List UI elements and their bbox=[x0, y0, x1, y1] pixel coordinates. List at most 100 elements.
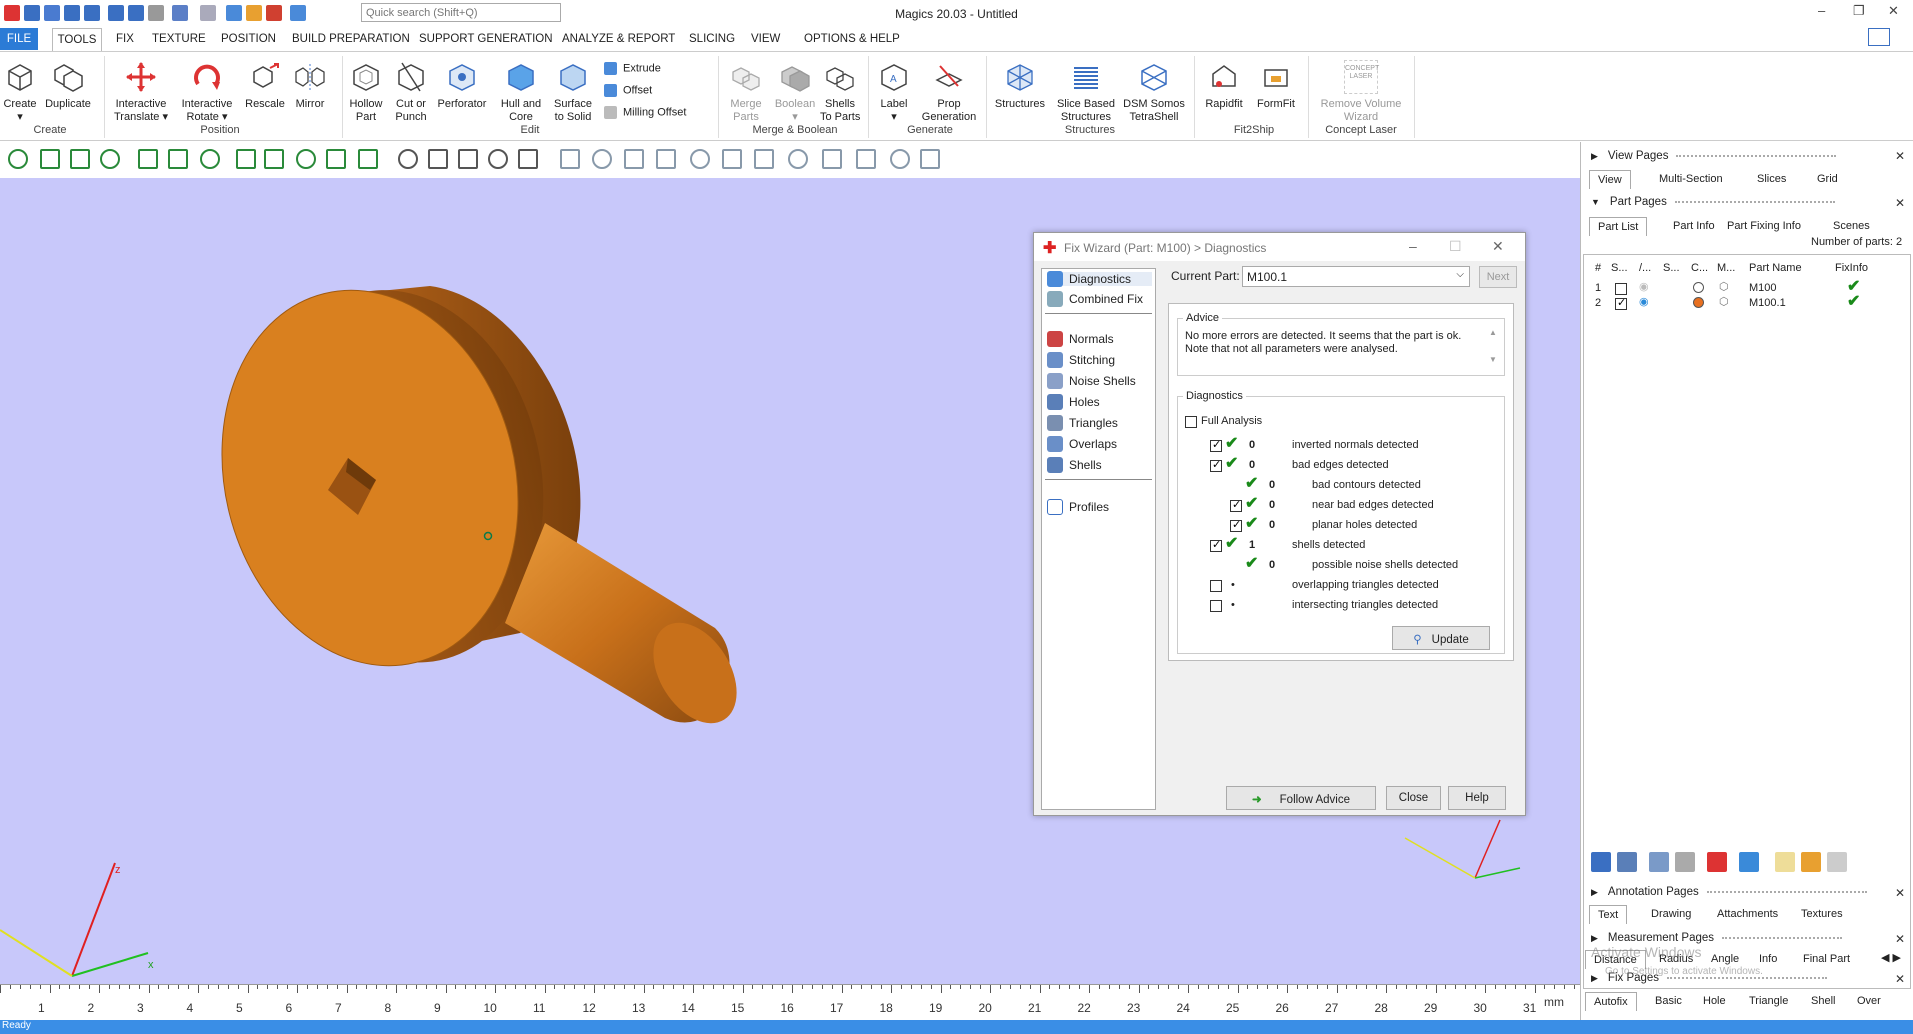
tab-hole[interactable]: Hole bbox=[1695, 992, 1734, 1010]
boolean-button[interactable]: Boolean ▾ bbox=[770, 60, 820, 123]
mark-tool-icon[interactable] bbox=[656, 149, 676, 169]
mark-tool-icon[interactable] bbox=[398, 149, 418, 169]
close-dialog-button[interactable]: Close bbox=[1386, 786, 1441, 810]
current-part-select[interactable]: M100.1 ⌵ bbox=[1242, 266, 1470, 287]
close-icon[interactable]: ✕ bbox=[1895, 932, 1905, 946]
menu-options-help[interactable]: OPTIONS & HELP bbox=[804, 33, 900, 45]
mark-tool-icon[interactable] bbox=[822, 149, 842, 169]
nav-combined-fix[interactable]: Combined Fix bbox=[1047, 291, 1143, 307]
mark-tool-icon[interactable] bbox=[200, 149, 220, 169]
part-pages-header[interactable]: ▼ Part Pages bbox=[1591, 196, 1835, 208]
interactive-translate-button[interactable]: Interactive Translate ▾ bbox=[110, 60, 172, 123]
mark-tool-icon[interactable] bbox=[264, 149, 284, 169]
mirror-button[interactable]: Mirror bbox=[290, 60, 330, 111]
update-button[interactable]: ⚲ Update bbox=[1392, 626, 1490, 650]
quick-search-input[interactable]: Quick search (Shift+Q) bbox=[361, 3, 561, 22]
rapidfit-button[interactable]: Rapidfit bbox=[1200, 60, 1248, 111]
mark-tool-icon[interactable] bbox=[100, 149, 120, 169]
inverted-normals-checkbox[interactable] bbox=[1210, 438, 1222, 452]
tab-view[interactable]: View bbox=[1589, 170, 1631, 189]
tab-triangle[interactable]: Triangle bbox=[1741, 992, 1796, 1010]
part-1-color-swatch[interactable] bbox=[1693, 282, 1704, 293]
merge-parts-button[interactable]: Merge Parts bbox=[722, 60, 770, 123]
next-button[interactable]: Next bbox=[1479, 266, 1517, 288]
label-button[interactable]: A Label ▾ bbox=[874, 60, 914, 123]
label-part-icon[interactable] bbox=[1775, 852, 1795, 872]
mark-tool-icon[interactable] bbox=[920, 149, 940, 169]
new-file-icon[interactable] bbox=[24, 5, 40, 21]
nav-stitching[interactable]: Stitching bbox=[1047, 352, 1115, 368]
part-1-name[interactable]: M100 bbox=[1749, 282, 1777, 294]
mark-tool-icon[interactable] bbox=[488, 149, 508, 169]
fix-part-icon[interactable] bbox=[1739, 852, 1759, 872]
mark-tool-icon[interactable] bbox=[592, 149, 612, 169]
restore-button[interactable]: ❐ bbox=[1853, 3, 1865, 19]
tab-autofix[interactable]: Autofix bbox=[1585, 992, 1637, 1011]
mark-tool-icon[interactable] bbox=[518, 149, 538, 169]
tab-slices[interactable]: Slices bbox=[1749, 170, 1794, 188]
part-1-select-checkbox[interactable] bbox=[1615, 283, 1627, 295]
shells-checkbox[interactable] bbox=[1210, 538, 1222, 552]
intersecting-triangles-checkbox[interactable] bbox=[1210, 600, 1222, 612]
col-color[interactable]: C... bbox=[1691, 262, 1708, 274]
import-icon[interactable] bbox=[108, 5, 124, 21]
tab-shell[interactable]: Shell bbox=[1803, 992, 1843, 1010]
save-as-icon[interactable] bbox=[84, 5, 100, 21]
measurement-pages-header[interactable]: ▶ Measurement Pages bbox=[1591, 932, 1843, 944]
annotation-pages-header[interactable]: ▶ Annotation Pages bbox=[1591, 886, 1867, 898]
export-icon[interactable] bbox=[128, 5, 144, 21]
nav-diagnostics[interactable]: Diagnostics bbox=[1047, 271, 1152, 287]
tab-multi-section[interactable]: Multi-Section bbox=[1651, 170, 1731, 188]
mark-tool-icon[interactable] bbox=[358, 149, 378, 169]
dialog-maximize-button[interactable]: ☐ bbox=[1449, 238, 1462, 255]
col-visible[interactable]: /... bbox=[1639, 262, 1651, 274]
mark-tool-icon[interactable] bbox=[788, 149, 808, 169]
mark-tool-icon[interactable] bbox=[754, 149, 774, 169]
mark-tool-icon[interactable] bbox=[40, 149, 60, 169]
dialog-minimize-button[interactable]: – bbox=[1409, 238, 1417, 254]
tab-final-part[interactable]: Final Part bbox=[1795, 950, 1858, 968]
menu-fix[interactable]: FIX bbox=[116, 33, 134, 45]
mark-tool-icon[interactable] bbox=[236, 149, 256, 169]
nav-shells[interactable]: Shells bbox=[1047, 457, 1102, 473]
menu-view[interactable]: VIEW bbox=[751, 33, 780, 45]
interactive-rotate-button[interactable]: Interactive Rotate ▾ bbox=[176, 60, 238, 123]
mark-tool-icon[interactable] bbox=[624, 149, 644, 169]
tab-grid[interactable]: Grid bbox=[1809, 170, 1846, 188]
eye-icon[interactable]: ◉ bbox=[1639, 280, 1649, 293]
mark-tool-icon[interactable] bbox=[856, 149, 876, 169]
mark-tool-icon[interactable] bbox=[458, 149, 478, 169]
col-fixinfo[interactable]: FixInfo bbox=[1835, 262, 1868, 274]
tab-scenes[interactable]: Scenes bbox=[1825, 217, 1878, 235]
mark-tool-icon[interactable] bbox=[8, 149, 28, 169]
cut-punch-button[interactable]: Cut or Punch bbox=[390, 60, 432, 123]
menu-texture[interactable]: TEXTURE bbox=[152, 33, 206, 45]
tab-attachments[interactable]: Attachments bbox=[1709, 905, 1786, 923]
hull-core-button[interactable]: Hull and Core bbox=[494, 60, 548, 123]
create-button[interactable]: Create ▾ bbox=[2, 60, 38, 123]
tab-part-list[interactable]: Part List bbox=[1589, 217, 1648, 236]
hollow-part-button[interactable]: Hollow Part bbox=[346, 60, 386, 123]
perforator-button[interactable]: Perforator bbox=[436, 60, 488, 111]
structures-button[interactable]: Structures bbox=[992, 60, 1048, 111]
tab-basic[interactable]: Basic bbox=[1647, 992, 1690, 1010]
follow-advice-button[interactable]: ➜ Follow Advice bbox=[1226, 786, 1376, 810]
rescale-button[interactable]: Rescale bbox=[244, 60, 286, 111]
mark-tool-icon[interactable] bbox=[722, 149, 742, 169]
formfit-button[interactable]: FormFit bbox=[1252, 60, 1300, 111]
highlight-icon[interactable] bbox=[1801, 852, 1821, 872]
mark-tool-icon[interactable] bbox=[690, 149, 710, 169]
col-part-name[interactable]: Part Name bbox=[1749, 262, 1802, 274]
ungroup-icon[interactable] bbox=[1675, 852, 1695, 872]
tab-text[interactable]: Text bbox=[1589, 905, 1628, 924]
tab-textures[interactable]: Textures bbox=[1793, 905, 1851, 923]
select-all-icon[interactable] bbox=[1591, 852, 1611, 872]
slice-based-structures-button[interactable]: Slice Based Structures bbox=[1054, 60, 1118, 123]
mark-tool-icon[interactable] bbox=[428, 149, 448, 169]
close-icon[interactable]: ✕ bbox=[1895, 149, 1905, 163]
duplicate-button[interactable]: Duplicate bbox=[42, 60, 94, 111]
advice-scrollbar[interactable]: ▲ ▼ bbox=[1487, 328, 1499, 372]
delete-part-icon[interactable] bbox=[1707, 852, 1727, 872]
zoom-icon[interactable] bbox=[246, 5, 262, 21]
group-icon[interactable] bbox=[1649, 852, 1669, 872]
